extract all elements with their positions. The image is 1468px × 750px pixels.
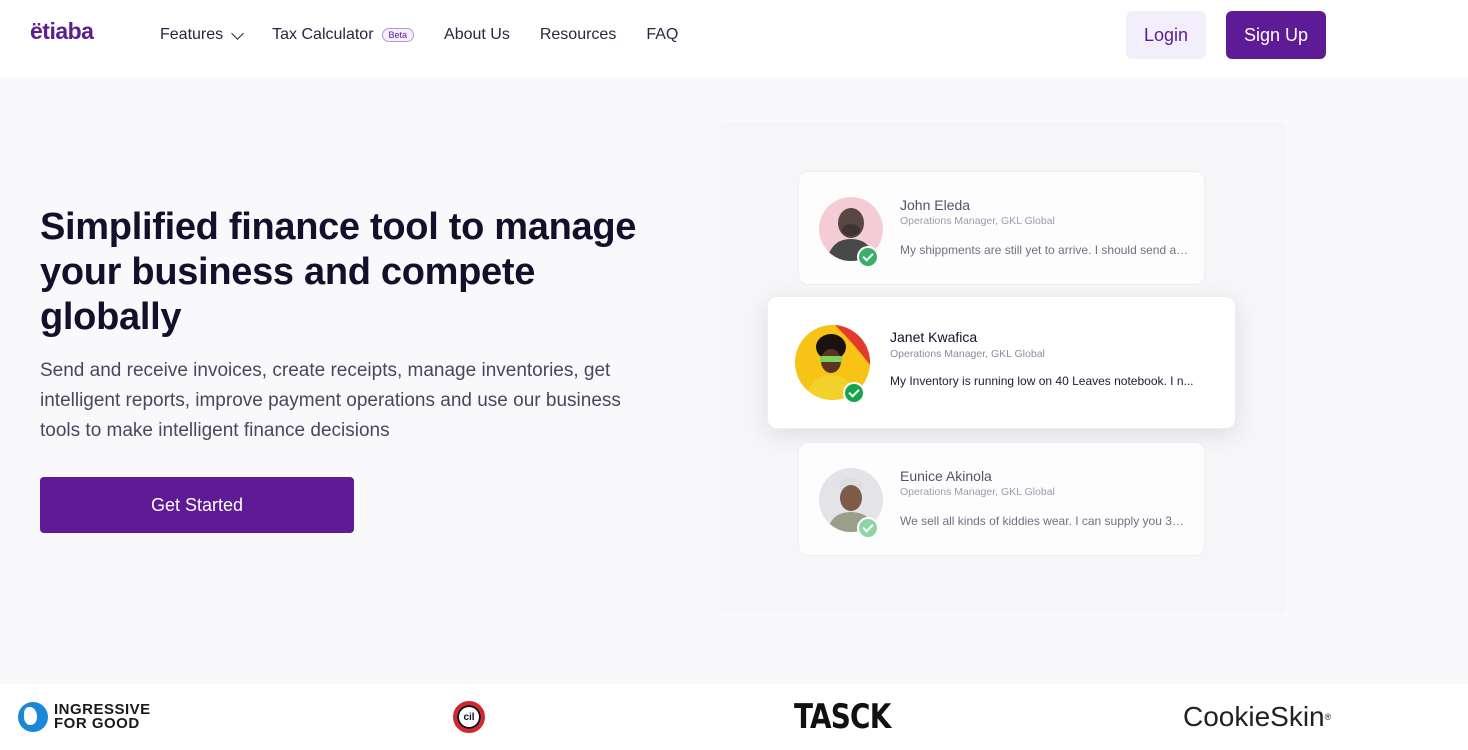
cookieskin-text: CookieSkin <box>1183 701 1325 732</box>
nav-faq[interactable]: FAQ <box>646 26 678 44</box>
signup-button[interactable]: Sign Up <box>1226 11 1326 59</box>
nav-links: Features Tax Calculator Beta About Us Re… <box>160 26 678 44</box>
verified-check-icon <box>857 246 879 268</box>
nav-resources[interactable]: Resources <box>540 26 616 44</box>
nav-about-us[interactable]: About Us <box>444 26 510 44</box>
card-role: Operations Manager, GKL Global <box>890 348 1045 360</box>
tasck-logo: TASCK <box>794 697 891 737</box>
card-message: My shippments are still yet to arrive. I… <box>900 243 1190 257</box>
verified-check-icon <box>857 517 879 539</box>
message-card: Janet Kwafica Operations Manager, GKL Gl… <box>767 296 1236 429</box>
message-card: Eunice Akinola Operations Manager, GKL G… <box>798 442 1205 556</box>
nav-tax-calculator-label: Tax Calculator <box>272 26 374 43</box>
hero-subtitle: Send and receive invoices, create receip… <box>40 360 621 441</box>
card-role: Operations Manager, GKL Global <box>900 215 1055 227</box>
login-button[interactable]: Login <box>1126 11 1206 59</box>
globe-icon <box>18 702 48 732</box>
get-started-button[interactable]: Get Started <box>40 477 354 533</box>
hero-title: Simplified finance tool to manage your b… <box>40 206 637 338</box>
nav-features[interactable]: Features <box>160 26 245 44</box>
message-card: John Eleda Operations Manager, GKL Globa… <box>798 171 1205 285</box>
etiaba-logo[interactable]: ëtiaba <box>30 18 94 45</box>
chevron-down-icon <box>231 26 245 40</box>
partner-logos-strip: INGRESSIVE FOR GOOD cil TASCK CookieSkin… <box>0 684 1468 750</box>
card-message: My Inventory is running low on 40 Leaves… <box>890 374 1194 388</box>
ingressive-logo: INGRESSIVE FOR GOOD <box>18 684 154 750</box>
top-navbar: ëtiaba Features Tax Calculator Beta Abou… <box>0 0 1468 78</box>
verified-check-icon <box>843 382 865 404</box>
card-name: Janet Kwafica <box>890 329 978 345</box>
nav-features-label: Features <box>160 26 224 43</box>
ingressive-line2: FOR GOOD <box>54 715 140 732</box>
registered-mark: ® <box>1324 712 1332 722</box>
card-role: Operations Manager, GKL Global <box>900 486 1055 498</box>
cookieskin-logo: CookieSkin ® <box>1183 684 1331 750</box>
card-message: We sell all kinds of kiddies wear. I can… <box>900 514 1190 528</box>
cil-logo-mark: cil <box>453 701 485 733</box>
card-name: John Eleda <box>900 197 971 213</box>
nav-tax-calculator[interactable]: Tax Calculator Beta <box>272 26 415 44</box>
beta-badge: Beta <box>381 28 415 42</box>
cil-logo: cil <box>453 684 485 750</box>
card-name: Eunice Akinola <box>900 468 992 484</box>
